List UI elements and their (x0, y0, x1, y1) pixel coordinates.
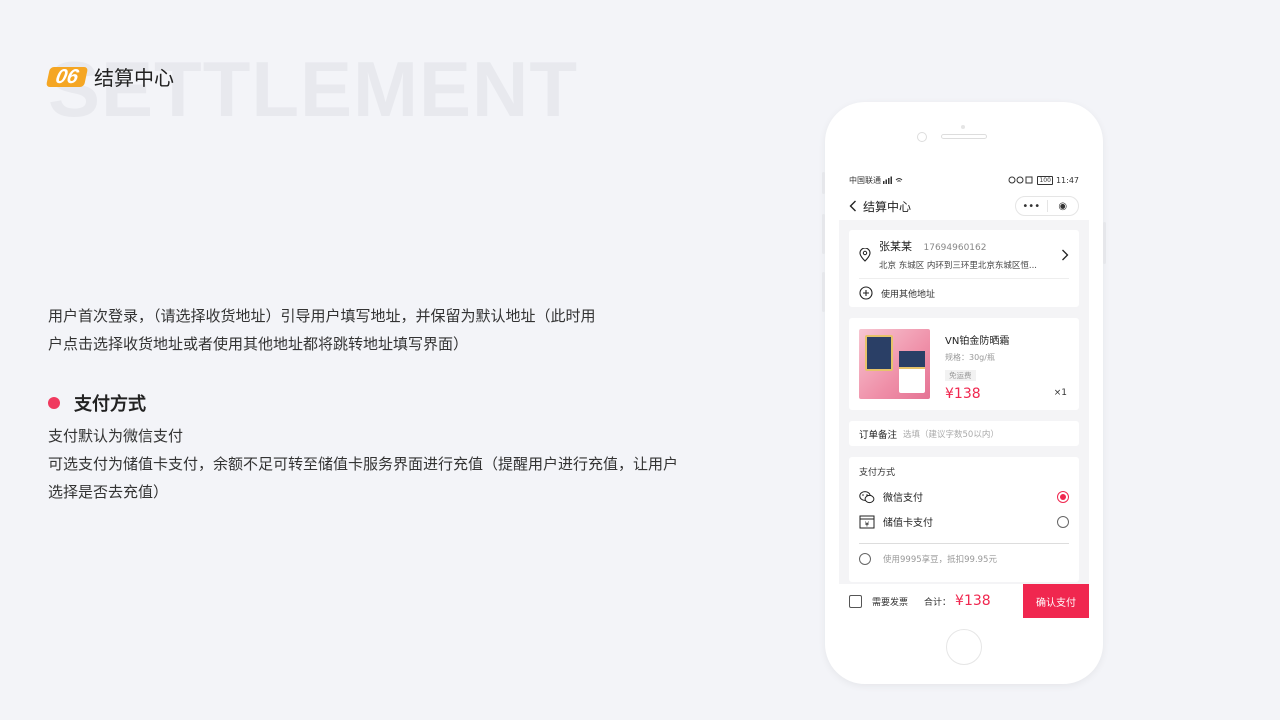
mini-program-capsule: ••• ◉ (1015, 196, 1079, 216)
side-button (822, 272, 825, 312)
bullet-dot-icon (48, 397, 60, 409)
description-line: 选择是否去充值） (48, 483, 169, 501)
description-line: 支付默认为微信支付 (48, 427, 184, 445)
side-button (822, 172, 825, 194)
payment-title: 支付方式 (859, 468, 896, 478)
receiver-phone: 17694960162 (923, 243, 987, 253)
description-line: 户点击选择收货地址或者使用其他地址都将跳转地址填写界面） (48, 335, 469, 353)
status-icons (1008, 176, 1033, 184)
description-line: 用户首次登录，（请选择收货地址）引导用户填写地址，并保留为默认地址（此时用 (48, 307, 596, 325)
location-pin-icon (859, 247, 871, 262)
back-arrow-icon[interactable] (849, 200, 857, 212)
nav-title: 结算中心 (863, 199, 912, 214)
free-shipping-badge: 免运费 (945, 370, 976, 381)
product-quantity: ×1 (1053, 388, 1067, 398)
product-price: ¥138 (945, 386, 981, 402)
camera-icon (917, 132, 927, 142)
radio-selected[interactable] (1057, 490, 1069, 503)
product-spec: 规格：30g/瓶 (945, 353, 995, 362)
speaker-icon (941, 134, 987, 139)
slide-title: 06 结算中心 (45, 62, 174, 91)
more-icon[interactable]: ••• (1016, 197, 1047, 215)
svg-text:¥: ¥ (865, 520, 870, 528)
phone-screen: 中国联通 100 11:47 结算中心 ••• ◉ 张某某 1769496016… (839, 168, 1089, 618)
payment-option-label: 储值卡支付 (883, 518, 933, 529)
section-title: 支付方式 (74, 394, 146, 415)
description-payment: 支付默认为微信支付 可选支付为储值卡支付，余额不足可转至储值卡服务界面进行充值（… (48, 422, 738, 506)
section-number: 06 (45, 66, 89, 88)
page-title: 结算中心 (94, 66, 174, 90)
description-address: 用户首次登录，（请选择收货地址）引导用户填写地址，并保留为默认地址（此时用 户点… (48, 302, 668, 358)
product-name: VN铂金防晒霜 (945, 336, 1010, 347)
use-other-address-button[interactable]: 使用其他地址 (849, 279, 1079, 307)
total-label: 合计： (924, 597, 952, 608)
receiver-name: 张某某 (879, 240, 912, 253)
address-detail: 北京 东城区 内环到三环里北京东城区恒... (879, 261, 1038, 271)
payment-method-card: 支付方式 微信支付 ¥ 储值卡支付 使用9995享豆，抵扣99.95元 (849, 457, 1079, 582)
confirm-pay-button[interactable]: 确认支付 (1023, 584, 1089, 618)
add-circle-icon (859, 286, 873, 300)
carrier-label: 中国联通 (849, 175, 881, 185)
use-other-address-label: 使用其他地址 (881, 289, 936, 300)
product-box-graphic (865, 335, 893, 371)
side-button (1103, 222, 1106, 264)
sensor-icon (961, 125, 965, 129)
payment-option-wechat[interactable]: 微信支付 (849, 484, 1079, 509)
payment-option-stored-card[interactable]: ¥ 储值卡支付 (849, 509, 1079, 534)
order-remark-field[interactable]: 订单备注 选填（建议字数50以内） (849, 421, 1079, 446)
payment-option-label: 微信支付 (883, 493, 923, 504)
signal-icon (883, 176, 903, 184)
section-heading: 支付方式 (48, 390, 146, 416)
radio-unselected[interactable] (859, 553, 871, 565)
description-line: 可选支付为储值卡支付，余额不足可转至储值卡服务界面进行充值（提醒用户进行充值，让… (48, 455, 679, 473)
remark-placeholder[interactable]: 选填（建议字数50以内） (903, 428, 999, 440)
radio-unselected[interactable] (1057, 515, 1069, 528)
nav-bar: 结算中心 ••• ◉ (839, 192, 1089, 220)
status-time: 11:47 (1055, 175, 1079, 185)
invoice-label: 需要发票 (872, 597, 909, 608)
side-button (822, 214, 825, 254)
address-card[interactable]: 张某某 17694960162 北京 东城区 内环到三环里北京东城区恒... 使… (849, 230, 1079, 307)
status-bar: 中国联通 100 11:47 (839, 168, 1089, 192)
invoice-checkbox[interactable] (849, 594, 862, 608)
remark-label: 订单备注 (859, 429, 898, 441)
product-tube-cap (899, 351, 925, 369)
beans-deduction-label: 使用9995享豆，抵扣99.95元 (883, 555, 997, 565)
phone-mockup: 中国联通 100 11:47 结算中心 ••• ◉ 张某某 1769496016… (822, 102, 1106, 684)
total-amount: ¥138 (955, 593, 991, 609)
wechat-icon (859, 490, 875, 503)
chevron-right-icon[interactable] (1061, 249, 1069, 261)
battery-icon: 100 (1037, 175, 1053, 185)
product-card[interactable]: VN铂金防晒霜 规格：30g/瓶 免运费 ¥138 ×1 (849, 318, 1079, 410)
close-icon[interactable]: ◉ (1048, 197, 1079, 215)
use-beans-option[interactable]: 使用9995享豆，抵扣99.95元 (849, 544, 1079, 574)
home-button (946, 629, 982, 665)
checkout-bar: 需要发票 合计： ¥138 确认支付 (839, 584, 1089, 618)
product-image (859, 329, 930, 399)
stored-value-card-icon: ¥ (859, 515, 875, 528)
